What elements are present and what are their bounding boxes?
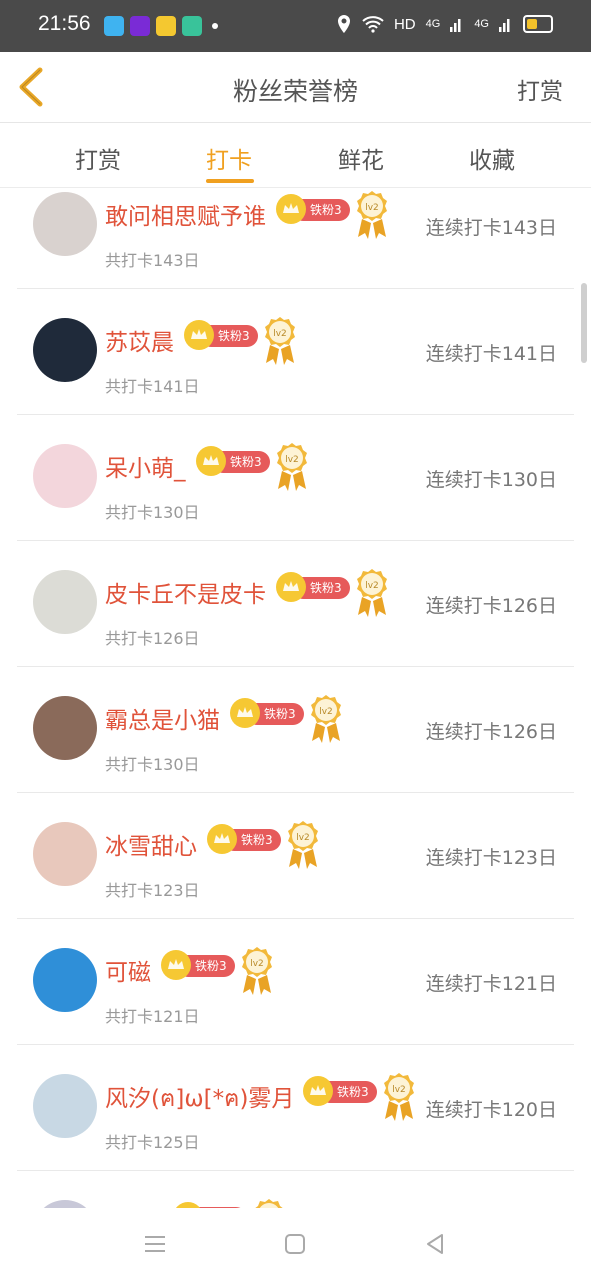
status-app-icons bbox=[104, 16, 218, 36]
medal-level: lv2 bbox=[296, 833, 310, 843]
menu-icon[interactable] bbox=[141, 1230, 169, 1258]
avatar[interactable] bbox=[33, 1200, 97, 1208]
status-bar: 21:56 HD 4G 4G bbox=[0, 0, 591, 52]
medal-icon: lv2 bbox=[357, 569, 387, 617]
list-item[interactable]: 冰雪甜心 铁粉3 lv2 共打卡123日 连续打卡123日 bbox=[17, 793, 574, 919]
streak-checkins: 连续打卡123日 bbox=[425, 847, 557, 869]
crown-icon bbox=[184, 320, 214, 350]
reader-app-icon bbox=[182, 16, 202, 36]
system-navigation-bar bbox=[0, 1208, 591, 1280]
crown-icon bbox=[161, 950, 191, 980]
crown-icon bbox=[230, 698, 260, 728]
fan-name[interactable]: 霸总是小猫 bbox=[105, 701, 220, 735]
status-time: 21:56 bbox=[38, 12, 91, 35]
fan-name[interactable]: 敢问相思赋予谁 bbox=[105, 197, 266, 231]
fan-name[interactable]: 苏苡晨 bbox=[105, 323, 174, 357]
list-item[interactable]: 敢问相思赋予谁 铁粉3 lv2 共打卡143日 连续打卡143日 bbox=[17, 188, 574, 289]
list-item[interactable]: k若罂 铁粉3 lv2 bbox=[17, 1171, 574, 1208]
list-item[interactable]: 霸总是小猫 铁粉3 lv2 共打卡130日 连续打卡126日 bbox=[17, 667, 574, 793]
medal-level: lv2 bbox=[365, 203, 379, 213]
notification-dot-icon bbox=[212, 23, 218, 29]
cell-signal-1: 4G bbox=[425, 18, 441, 30]
crown-icon bbox=[276, 572, 306, 602]
tab-favorites[interactable]: 收藏 bbox=[469, 141, 515, 175]
fan-name[interactable]: 冰雪甜心 bbox=[105, 827, 197, 861]
signal-bars-icon bbox=[499, 19, 510, 32]
medal-level: lv2 bbox=[250, 959, 264, 969]
fan-name[interactable]: 呆小萌_ bbox=[105, 449, 186, 483]
active-tab-indicator bbox=[206, 179, 254, 183]
list-item[interactable]: 呆小萌_ 铁粉3 lv2 共打卡130日 连续打卡130日 bbox=[17, 415, 574, 541]
streak-checkins: 连续打卡141日 bbox=[425, 343, 557, 365]
medal-level: lv2 bbox=[285, 455, 299, 465]
avatar[interactable] bbox=[33, 192, 97, 256]
cell-signal-2: 4G bbox=[474, 18, 489, 30]
total-checkins: 共打卡126日 bbox=[105, 629, 200, 648]
tab-flowers[interactable]: 鲜花 bbox=[338, 141, 384, 175]
status-indicators: HD 4G 4G bbox=[336, 14, 553, 34]
total-checkins: 共打卡141日 bbox=[105, 377, 200, 396]
crown-icon bbox=[207, 824, 237, 854]
medal-icon: lv2 bbox=[242, 947, 272, 995]
avatar[interactable] bbox=[33, 696, 97, 760]
medal-icon: lv2 bbox=[288, 821, 318, 869]
avatar[interactable] bbox=[33, 948, 97, 1012]
medal-level: lv2 bbox=[392, 1085, 406, 1095]
avatar[interactable] bbox=[33, 570, 97, 634]
medal-icon: lv2 bbox=[384, 1073, 414, 1121]
home-icon[interactable] bbox=[281, 1230, 309, 1258]
avatar[interactable] bbox=[33, 822, 97, 886]
avatar[interactable] bbox=[33, 1074, 97, 1138]
total-checkins: 共打卡143日 bbox=[105, 251, 200, 270]
medal-icon: lv2 bbox=[265, 317, 295, 365]
total-checkins: 共打卡130日 bbox=[105, 503, 200, 522]
back-icon[interactable] bbox=[421, 1230, 449, 1258]
qq-app-icon bbox=[104, 16, 124, 36]
total-checkins: 共打卡121日 bbox=[105, 1007, 200, 1026]
battery-icon bbox=[523, 15, 553, 33]
tab-checkin[interactable]: 打卡 bbox=[206, 141, 252, 175]
medal-icon: lv2 bbox=[255, 1199, 283, 1208]
medal-icon: lv2 bbox=[277, 443, 307, 491]
medal-level: lv2 bbox=[273, 329, 287, 339]
list-item[interactable]: 皮卡丘不是皮卡 铁粉3 lv2 共打卡126日 连续打卡126日 bbox=[17, 541, 574, 667]
meituan-app-icon bbox=[156, 16, 176, 36]
medal-level: lv2 bbox=[365, 581, 379, 591]
total-checkins: 共打卡125日 bbox=[105, 1133, 200, 1152]
header: 粉丝荣誉榜 打赏 bbox=[0, 52, 591, 123]
wifi-icon bbox=[362, 16, 384, 33]
medal-level: lv2 bbox=[319, 707, 333, 717]
total-checkins: 共打卡123日 bbox=[105, 881, 200, 900]
streak-checkins: 连续打卡143日 bbox=[425, 217, 557, 239]
page-title: 粉丝荣誉榜 bbox=[232, 77, 358, 106]
reward-button[interactable]: 打赏 bbox=[517, 72, 563, 106]
streak-checkins: 连续打卡130日 bbox=[425, 469, 557, 491]
signal-bars-icon bbox=[450, 19, 461, 32]
tab-bar: 打赏 打卡 鲜花 收藏 bbox=[0, 123, 591, 188]
video-app-icon bbox=[130, 16, 150, 36]
leaderboard-list[interactable]: 敢问相思赋予谁 铁粉3 lv2 共打卡143日 连续打卡143日 苏苡晨 铁粉3 bbox=[0, 188, 591, 1208]
crown-icon bbox=[303, 1076, 333, 1106]
scrollbar[interactable] bbox=[581, 283, 587, 363]
crown-icon bbox=[196, 446, 226, 476]
total-checkins: 共打卡130日 bbox=[105, 755, 200, 774]
list-item[interactable]: 苏苡晨 铁粉3 lv2 共打卡141日 连续打卡141日 bbox=[17, 289, 574, 415]
medal-icon: lv2 bbox=[357, 191, 387, 239]
fan-name[interactable]: 可磁 bbox=[105, 953, 151, 987]
list-item[interactable]: 可磁 铁粉3 lv2 共打卡121日 连续打卡121日 bbox=[17, 919, 574, 1045]
hd-indicator: HD bbox=[393, 15, 416, 33]
crown-icon bbox=[276, 194, 306, 224]
medal-icon: lv2 bbox=[311, 695, 341, 743]
avatar[interactable] bbox=[33, 444, 97, 508]
tab-reward[interactable]: 打赏 bbox=[75, 141, 121, 175]
streak-checkins: 连续打卡126日 bbox=[425, 595, 557, 617]
streak-checkins: 连续打卡120日 bbox=[425, 1099, 557, 1121]
avatar[interactable] bbox=[33, 318, 97, 382]
fan-name[interactable]: 风汐(ฅ]ω[*ฅ)雾月 bbox=[105, 1079, 294, 1117]
location-icon bbox=[337, 15, 350, 33]
streak-checkins: 连续打卡121日 bbox=[425, 973, 557, 995]
streak-checkins: 连续打卡126日 bbox=[425, 721, 557, 743]
list-item[interactable]: 风汐(ฅ]ω[*ฅ)雾月 铁粉3 lv2 共打卡125日 连续打卡120日 bbox=[17, 1045, 574, 1171]
fan-name[interactable]: 皮卡丘不是皮卡 bbox=[105, 575, 266, 609]
